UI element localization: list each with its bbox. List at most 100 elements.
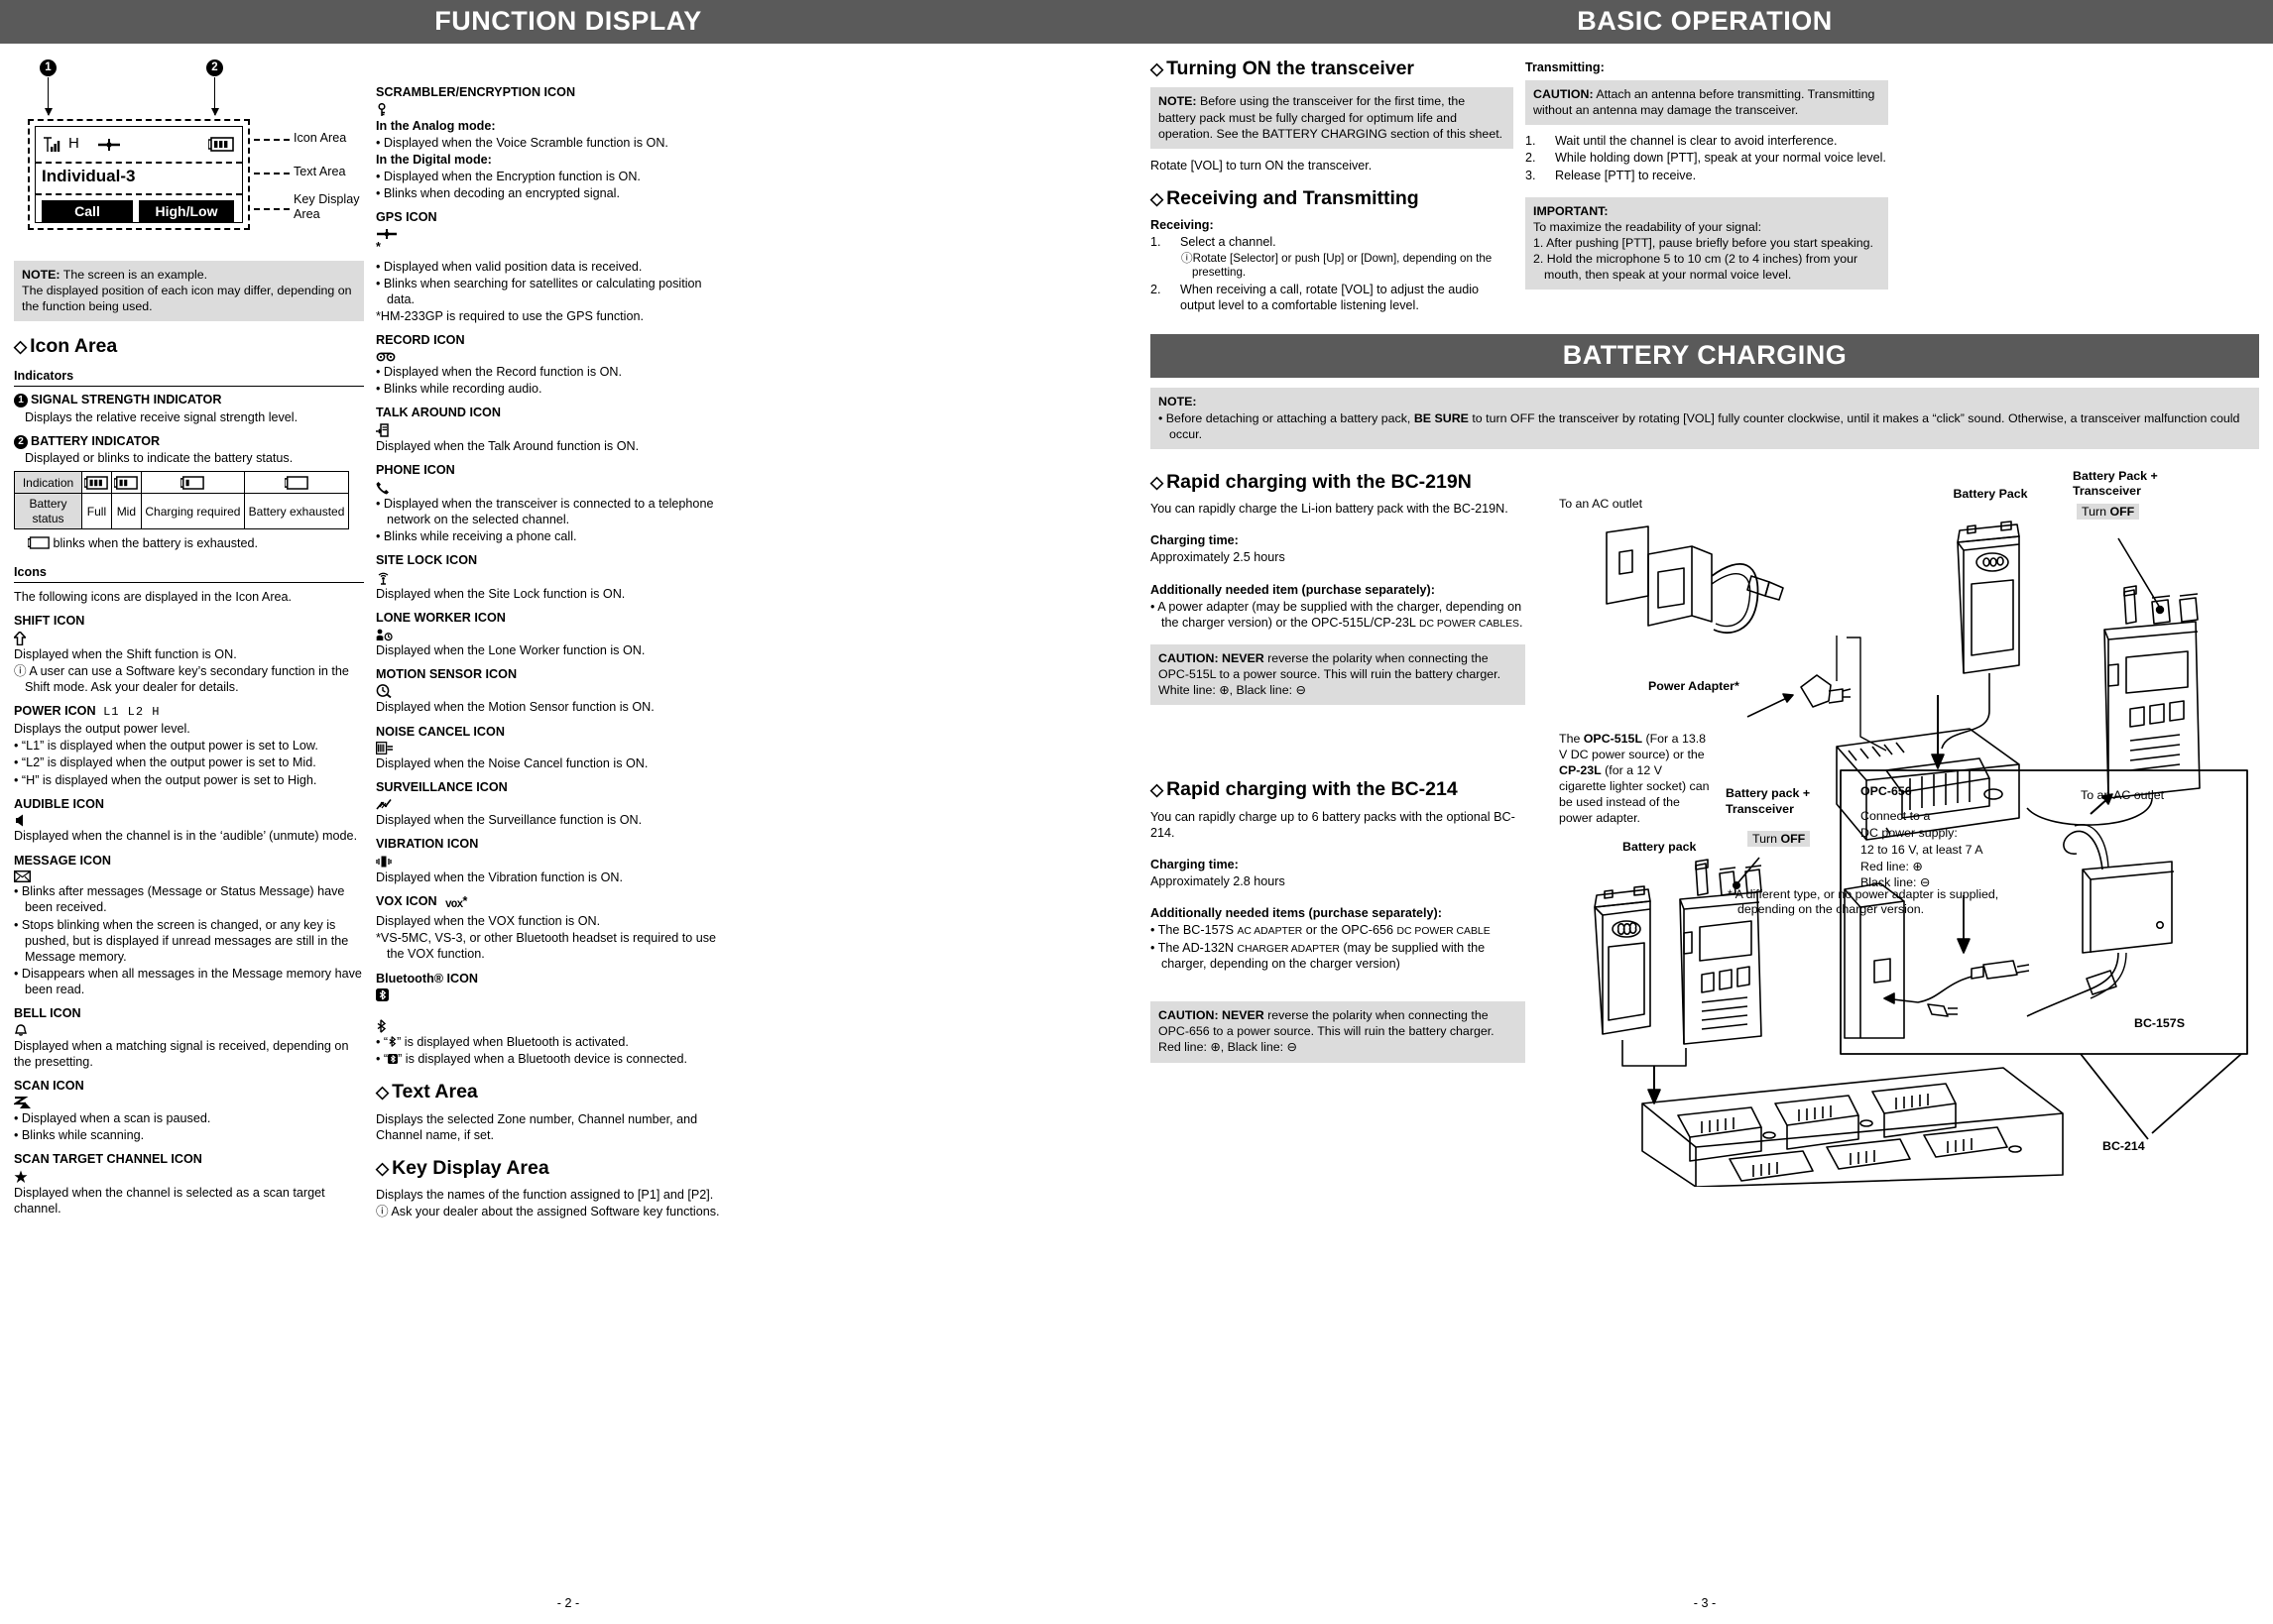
scrambler-digital-label: In the Digital mode: bbox=[376, 152, 492, 167]
scrambler-digital-line-0: • Displayed when the Encryption function… bbox=[376, 170, 641, 184]
icon-entry-shift-info-text: A user can use a Software key’s secondar… bbox=[25, 664, 349, 695]
diamond-icon: ◇ bbox=[1150, 188, 1164, 208]
transmitting-step-3: 3. Release [PTT] to receive. bbox=[1525, 168, 1888, 183]
indicator-2-badge: 2 bbox=[14, 434, 28, 449]
banner-basic-operation: BASIC OPERATION bbox=[1136, 0, 2273, 44]
receiving-label: Receiving: bbox=[1150, 218, 1214, 233]
label-icon-area: Icon Area bbox=[294, 131, 347, 145]
bc219n-charging-time-label: Charging time: bbox=[1150, 533, 1239, 548]
bluetooth-line-0: • “” is displayed when Bluetooth is acti… bbox=[376, 1035, 629, 1050]
battery-glyph-mid bbox=[110, 471, 142, 495]
figure-note-line1: The screen is an example. bbox=[60, 268, 208, 282]
bc219n-needed-c: . bbox=[1518, 615, 1523, 630]
key-display-area-info-text: Ask your dealer about the assigned Softw… bbox=[391, 1205, 720, 1219]
receiving-step-1-info: ⓘRotate [Selector] or push [Up] or [Down… bbox=[1150, 252, 1513, 282]
bc214-charging-time: Approximately 2.8 hours bbox=[1150, 874, 1285, 889]
figure-note-label: NOTE: bbox=[22, 268, 60, 282]
page-number-right: - 3 - bbox=[1693, 1596, 1717, 1610]
transmitting-step-3-number: 3. bbox=[1525, 168, 1536, 182]
icon-entry-sitelock-label: SITE LOCK ICON bbox=[376, 553, 478, 568]
heading-bc219n: ◇ Rapid charging with the BC-219N bbox=[1150, 471, 1525, 493]
important-title: IMPORTANT: bbox=[1533, 203, 1609, 218]
scrambler-analog-line: • Displayed when the Voice Scramble func… bbox=[376, 135, 668, 150]
battery-note-a: • Before detaching or attaching a batter… bbox=[1158, 410, 1414, 425]
bc214-polarity: Red line: ⊕, Black line: ⊖ bbox=[1158, 1040, 1297, 1055]
bc219n-needed-text: • A power adapter (may be supplied with … bbox=[1150, 599, 1525, 631]
gps-footnote: *HM-233GP is required to use the GPS fun… bbox=[376, 309, 644, 324]
icon-entry-shift-label: SHIFT ICON bbox=[14, 614, 85, 629]
info-icon: ⓘ bbox=[1181, 251, 1193, 265]
figlabel-power-adapter: Power Adapter* bbox=[1648, 678, 1739, 693]
battery-glyph-full bbox=[81, 471, 112, 495]
figure-note-box: NOTE: The screen is an example. The disp… bbox=[14, 261, 364, 322]
icon-entry-record-title: RECORD ICON bbox=[376, 333, 726, 363]
lcd-channel-name: Individual-3 bbox=[42, 167, 136, 185]
lcd-power-level: H bbox=[68, 135, 79, 152]
icon-entry-shift-title: SHIFT ICON bbox=[14, 614, 364, 645]
indicator-1-badge: 1 bbox=[14, 393, 28, 407]
bc214-caution-label: CAUTION: NEVER bbox=[1158, 1008, 1264, 1023]
icon-entry-scan-line-1: • Blinks while scanning. bbox=[14, 1127, 145, 1142]
battery-empty-icon bbox=[28, 536, 54, 550]
icon-entry-message-label: MESSAGE ICON bbox=[14, 853, 111, 868]
table-row: Indication bbox=[14, 471, 349, 495]
heading-bc214: ◇ Rapid charging with the BC-214 bbox=[1150, 778, 1525, 800]
bell-icon bbox=[14, 1024, 364, 1037]
bc219n-needed-smallcaps: DC POWER CABLES bbox=[1418, 618, 1519, 630]
heading-turning-on: ◇ Turning ON the transceiver bbox=[1150, 58, 1513, 79]
turning-on-note-label: NOTE: bbox=[1158, 94, 1197, 109]
scrambler-digital-line-1: • Blinks when decoding an encrypted sign… bbox=[376, 186, 620, 201]
gps-satellite-icon bbox=[376, 228, 726, 240]
vox-line-0: Displayed when the VOX function is ON. bbox=[376, 914, 601, 929]
icon-entry-talkaround-label: TALK AROUND ICON bbox=[376, 406, 501, 420]
bc219n-body: You can rapidly charge the Li-ion batter… bbox=[1150, 502, 1508, 517]
icon-entry-bluetooth-label: Bluetooth® ICON bbox=[376, 971, 479, 986]
bc214-body: You can rapidly charge up to 6 battery p… bbox=[1150, 809, 1515, 840]
noise-cancel-icon bbox=[376, 742, 726, 755]
icon-entry-scan-line-0: • Displayed when a scan is paused. bbox=[14, 1110, 211, 1125]
record-line-0: • Displayed when the Record function is … bbox=[376, 364, 623, 379]
vox-glyph-icon: VOX bbox=[445, 899, 463, 912]
bc219n-caution: CAUTION: NEVER reverse the polarity when… bbox=[1150, 644, 1525, 706]
talk-around-icon bbox=[376, 423, 726, 437]
bt-inline-icon-2 bbox=[388, 1052, 399, 1066]
diamond-icon: ◇ bbox=[1150, 59, 1164, 78]
key-display-area-desc: Displays the names of the function assig… bbox=[376, 1188, 714, 1203]
talkaround-line: Displayed when the Talk Around function … bbox=[376, 438, 640, 453]
battery-blink-note-text: blinks when the battery is exhausted. bbox=[53, 536, 259, 551]
icon-entry-phone-label: PHONE ICON bbox=[376, 462, 455, 477]
bluetooth-connected-icon bbox=[376, 988, 726, 1002]
signal-strength-icon bbox=[43, 136, 62, 154]
icon-entry-shift-line: Displayed when the Shift function is ON. bbox=[14, 646, 237, 661]
icon-entry-loneworker-title: LONE WORKER ICON bbox=[376, 611, 726, 641]
diamond-icon: ◇ bbox=[14, 337, 28, 357]
icon-entry-bell-line: Displayed when a matching signal is rece… bbox=[14, 1038, 349, 1069]
surveillance-icon bbox=[376, 798, 726, 811]
battery-indicator-table: Indication Battery status Full Mid Charg… bbox=[14, 471, 349, 530]
receiving-step-1-text: Select a channel. bbox=[1180, 235, 1276, 250]
right-column-1: ◇ Turning ON the transceiver NOTE: Before… bbox=[1150, 44, 1525, 314]
transmitting-step-2-text: While holding down [PTT], speak at your … bbox=[1555, 151, 1886, 166]
battery-glyph-low bbox=[140, 471, 246, 495]
bt-inline-icon-1 bbox=[388, 1035, 397, 1049]
bc214-item1-b: or the OPC-656 bbox=[1302, 923, 1397, 938]
turning-on-note: NOTE: Before using the transceiver for t… bbox=[1150, 87, 1513, 149]
receiving-step-1: 1. Select a channel. bbox=[1150, 234, 1513, 250]
bc219n-needed-label: Additionally needed item (purchase separ… bbox=[1150, 582, 1435, 597]
battery-note-b: BE SURE bbox=[1413, 410, 1469, 425]
page-number-left: - 2 - bbox=[556, 1596, 580, 1610]
callout-1-arrow bbox=[44, 77, 53, 116]
icon-entry-power-title: POWER ICON L1 L2 H bbox=[14, 704, 364, 720]
battery-glyph-empty bbox=[244, 471, 349, 495]
opc-note-b1: OPC-515L bbox=[1583, 731, 1643, 746]
power-level-glyphs: L1 L2 H bbox=[103, 705, 161, 720]
left-column-1: 1 2 H Individual-3 Call High/Low Icon Ar… bbox=[14, 44, 376, 1221]
info-icon: ⓘ bbox=[14, 664, 27, 679]
turning-on-body: Rotate [VOL] to turn ON the transceiver. bbox=[1150, 158, 1373, 173]
scan-icon bbox=[14, 1096, 364, 1109]
receiving-step-1-number: 1. bbox=[1150, 235, 1161, 250]
battery-charging-note: NOTE: • Before detaching or attaching a … bbox=[1150, 388, 2259, 449]
loneworker-line: Displayed when the Lone Worker function … bbox=[376, 642, 646, 657]
icon-entry-noisecancel-label: NOISE CANCEL ICON bbox=[376, 724, 505, 739]
icon-entry-scan-target-title: SCAN TARGET CHANNEL ICON bbox=[14, 1152, 364, 1184]
